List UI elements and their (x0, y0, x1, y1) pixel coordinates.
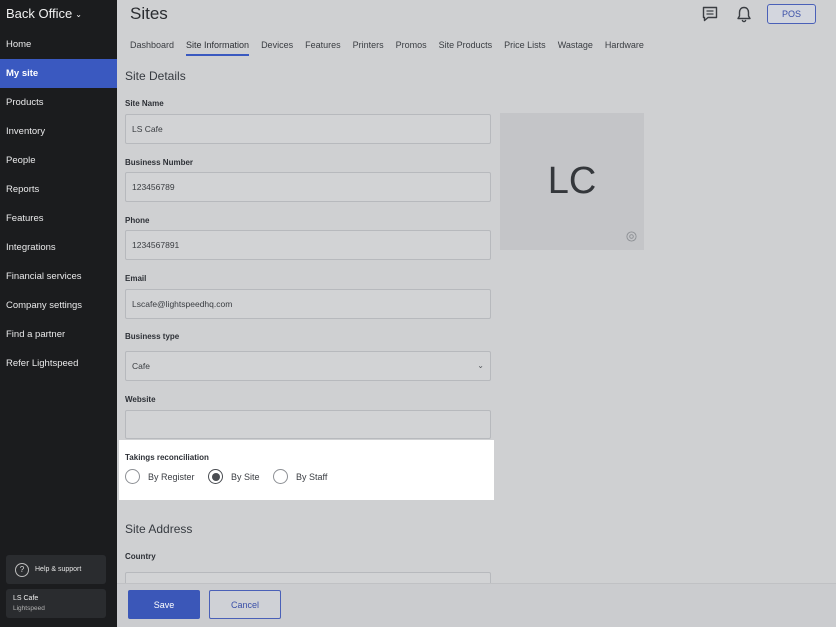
cancel-button[interactable]: Cancel (209, 590, 281, 619)
brand-label: Back Office (6, 6, 73, 21)
tab-site-products[interactable]: Site Products (439, 40, 493, 56)
account-switcher[interactable]: LS Cafe Lightspeed (6, 589, 106, 618)
sidebar-item-my-site[interactable]: My site (0, 59, 117, 88)
business-number-label: Business Number (125, 158, 194, 167)
phone-label: Phone (125, 216, 150, 225)
site-details-title: Site Details (125, 69, 186, 83)
account-name: LS Cafe (13, 595, 39, 602)
sidebar-item-find-a-partner[interactable]: Find a partner (0, 320, 117, 349)
chat-icon[interactable] (701, 5, 719, 23)
business-type-value: Cafe (132, 361, 150, 371)
sidebar-item-refer-lightspeed[interactable]: Refer Lightspeed (0, 349, 117, 378)
help-label: Help & support (35, 566, 82, 573)
radio-by-register[interactable]: By Register (125, 469, 195, 484)
radio-label: By Site (231, 471, 260, 482)
radio-dot (211, 472, 220, 481)
tab-printers[interactable]: Printers (353, 40, 384, 56)
tab-price-lists[interactable]: Price Lists (504, 40, 546, 56)
sidebar-item-reports[interactable]: Reports (0, 175, 117, 204)
tab-site-information[interactable]: Site Information (186, 40, 250, 56)
sidebar-item-people[interactable]: People (0, 146, 117, 175)
sidebar-item-home[interactable]: Home (0, 30, 117, 59)
chevron-down-icon: ⌄ (477, 361, 484, 370)
site-name-field[interactable]: LS Cafe (125, 114, 491, 144)
sidebar-item-products[interactable]: Products (0, 88, 117, 117)
tab-devices[interactable]: Devices (261, 40, 293, 56)
radio-circle (273, 469, 288, 484)
radio-by-staff[interactable]: By Staff (273, 469, 327, 484)
takings-reconciliation-label: Takings reconciliation (125, 453, 209, 462)
radio-by-site[interactable]: By Site (208, 469, 260, 484)
sidebar-item-inventory[interactable]: Inventory (0, 117, 117, 146)
website-field[interactable] (125, 410, 491, 439)
save-button[interactable]: Save (128, 590, 200, 619)
radio-circle (125, 469, 140, 484)
email-label: Email (125, 274, 147, 283)
bell-icon[interactable] (735, 5, 753, 23)
sidebar: Back Office ⌄ Home My site Products Inve… (0, 0, 117, 627)
edit-logo-icon[interactable] (626, 231, 637, 242)
help-support-button[interactable]: ? Help & support (6, 555, 106, 584)
tab-features[interactable]: Features (305, 40, 341, 56)
sidebar-item-integrations[interactable]: Integrations (0, 233, 117, 262)
radio-label: By Staff (296, 471, 328, 482)
pos-button[interactable]: POS (767, 4, 816, 24)
sidebar-item-features[interactable]: Features (0, 204, 117, 233)
radio-label: By Register (148, 471, 195, 482)
tab-promos[interactable]: Promos (396, 40, 427, 56)
website-label: Website (125, 395, 156, 404)
site-name-label: Site Name (125, 99, 164, 108)
radio-circle-selected (208, 469, 223, 484)
sidebar-nav: Home My site Products Inventory People R… (0, 30, 117, 378)
account-org: Lightspeed (13, 605, 45, 612)
site-address-title: Site Address (125, 522, 193, 536)
tab-dashboard[interactable]: Dashboard (130, 40, 174, 56)
chevron-down-icon: ⌄ (75, 10, 82, 19)
phone-field[interactable]: 1234567891 (125, 230, 491, 260)
sidebar-item-financial-services[interactable]: Financial services (0, 262, 117, 291)
business-number-field[interactable]: 123456789 (125, 172, 491, 202)
tab-hardware[interactable]: Hardware (605, 40, 644, 56)
email-field[interactable]: Lscafe@lightspeedhq.com (125, 289, 491, 319)
brand-menu[interactable]: Back Office ⌄ (6, 6, 82, 21)
site-tabs: Dashboard Site Information Devices Featu… (130, 40, 644, 56)
site-logo[interactable]: LC (500, 113, 644, 250)
business-type-label: Business type (125, 332, 180, 341)
sidebar-item-company-settings[interactable]: Company settings (0, 291, 117, 320)
tab-wastage[interactable]: Wastage (558, 40, 593, 56)
question-icon: ? (15, 562, 29, 577)
business-type-select[interactable]: Cafe ⌄ (125, 351, 491, 381)
takings-reconciliation-panel: Takings reconciliation By Register By Si… (119, 440, 494, 500)
country-label: Country (125, 552, 156, 561)
page-title: Sites (130, 4, 168, 23)
